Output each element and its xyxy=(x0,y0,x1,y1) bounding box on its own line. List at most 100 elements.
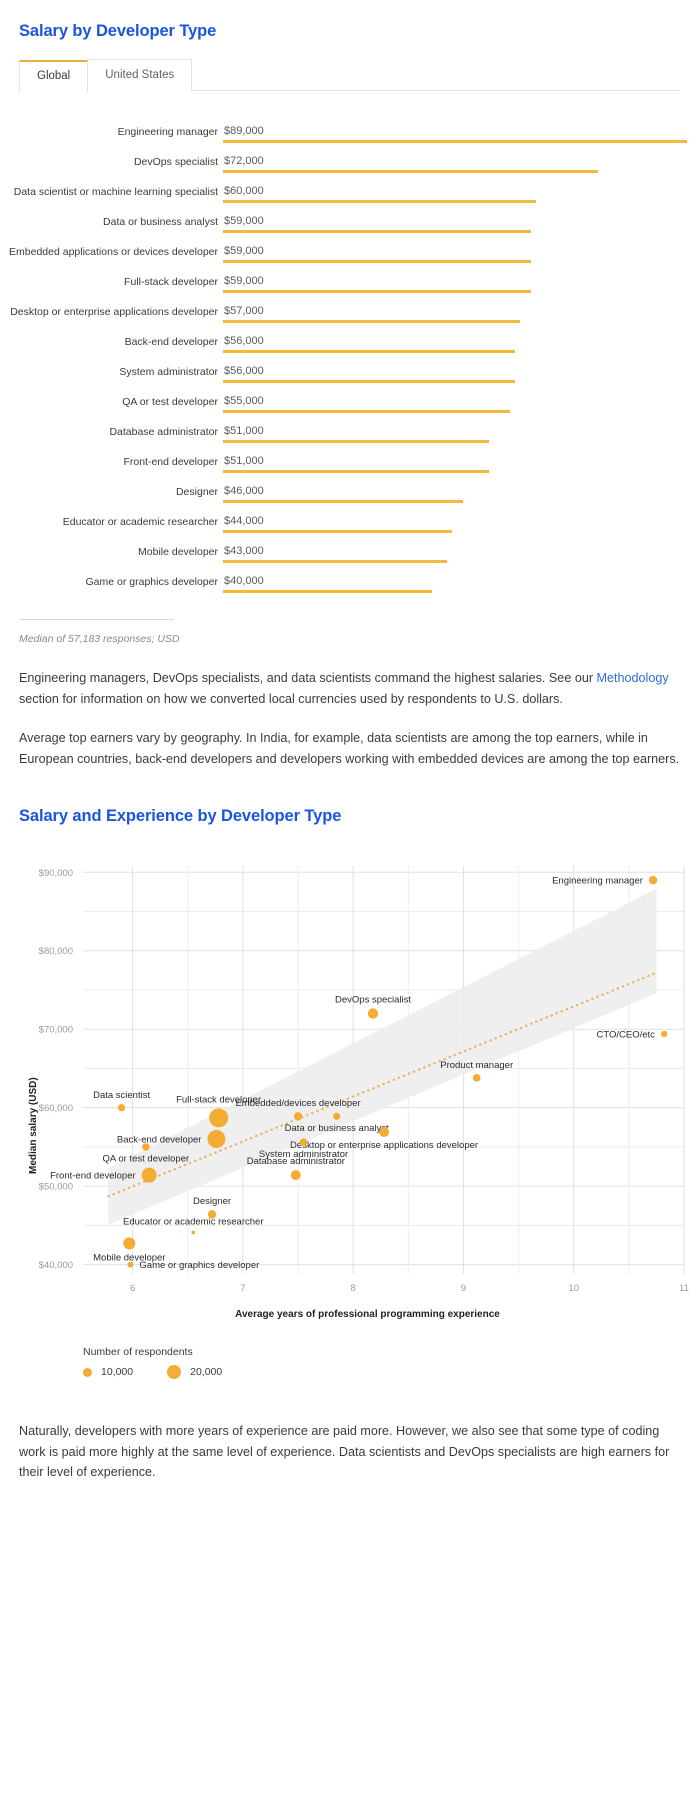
scatter-point[interactable]: CTO/CEO/etc xyxy=(597,1029,668,1040)
bar-row[interactable]: Designer $46,000 xyxy=(0,477,687,507)
bar-category-label: Designer xyxy=(175,485,218,498)
scatter-dot xyxy=(333,1112,341,1120)
bar-category-label: Desktop or enterprise applications devel… xyxy=(10,305,218,318)
tab-united-states[interactable]: United States xyxy=(87,59,193,91)
scatter-point-label: Back-end developer xyxy=(117,1135,202,1146)
y-tick-label: $50,000 xyxy=(39,1182,73,1193)
scatter-dot xyxy=(290,1170,301,1181)
scatter-point-label: Product manager xyxy=(440,1060,513,1071)
tab-global-label: Global xyxy=(37,70,71,82)
scatter-point[interactable]: Game or graphics developer xyxy=(127,1260,259,1271)
bar-track xyxy=(223,530,453,533)
scatter-point[interactable]: Designer xyxy=(193,1196,231,1219)
bar-fill xyxy=(223,290,531,293)
y-tick-label: $90,000 xyxy=(39,868,73,879)
scatter-point[interactable]: Database administrator xyxy=(247,1156,345,1181)
bar-row[interactable]: QA or test developer $55,000 xyxy=(0,387,687,417)
paragraph-text-after: section for information on how we conver… xyxy=(19,691,563,706)
scatter-dot xyxy=(299,1138,308,1146)
scatter-point[interactable]: DevOps specialist xyxy=(335,994,411,1019)
bar-row[interactable]: Data scientist or machine learning speci… xyxy=(0,177,687,207)
legend-dot-icon xyxy=(83,1367,92,1377)
bar-category-label: System administrator xyxy=(119,365,218,378)
footnote-divider xyxy=(19,619,174,620)
bar-row[interactable]: Database administrator $51,000 xyxy=(0,417,687,447)
bar-row[interactable]: Educator or academic researcher $44,000 xyxy=(0,507,687,537)
bar-row[interactable]: Embedded applications or devices develop… xyxy=(0,237,687,267)
bar-track xyxy=(223,500,463,503)
bar-track xyxy=(223,140,687,143)
bar-row[interactable]: Back-end developer $56,000 xyxy=(0,327,687,357)
legend-label: 20,000 xyxy=(190,1366,223,1378)
bar-row[interactable]: Full-stack developer $59,000 xyxy=(0,267,687,297)
scatter-point-label: Educator or academic researcher xyxy=(123,1217,263,1228)
bar-fill xyxy=(223,380,515,383)
bar-category-label: DevOps specialist xyxy=(133,155,218,168)
bar-category-label: Data or business analyst xyxy=(103,215,218,228)
legend-items: 10,000 20,000 xyxy=(83,1365,699,1379)
legend-label: 10,000 xyxy=(101,1366,134,1378)
bar-value-label: $60,000 xyxy=(224,184,264,197)
tab-global[interactable]: Global xyxy=(19,60,89,92)
bar-track xyxy=(223,410,510,413)
scatter-dot xyxy=(472,1074,481,1082)
scatter-point-label: Database administrator xyxy=(247,1156,345,1167)
x-tick-label: 9 xyxy=(461,1283,466,1294)
bar-category-label: Educator or academic researcher xyxy=(62,515,218,528)
x-tick-label: 11 xyxy=(679,1283,689,1294)
bar-row[interactable]: System administrator $56,000 xyxy=(0,357,687,387)
bar-category-label: Database administrator xyxy=(109,425,218,438)
bar-category-label: Engineering manager xyxy=(117,125,218,138)
bar-track xyxy=(223,590,432,593)
bar-track xyxy=(223,260,531,263)
scatter-point-label: DevOps specialist xyxy=(335,994,411,1005)
scatter-point-label: CTO/CEO/etc xyxy=(597,1029,656,1040)
bar-fill xyxy=(223,410,510,413)
legend-item: 20,000 xyxy=(167,1365,222,1379)
bar-category-label: Full-stack developer xyxy=(124,275,218,288)
methodology-link[interactable]: Methodology xyxy=(597,671,669,685)
bar-value-label: $55,000 xyxy=(224,394,264,407)
scatter-dot xyxy=(293,1112,303,1121)
bar-category-label: Data scientist or machine learning speci… xyxy=(13,185,218,198)
bar-value-label: $56,000 xyxy=(224,334,264,347)
bar-row[interactable]: Desktop or enterprise applications devel… xyxy=(0,297,687,327)
bar-value-label: $51,000 xyxy=(224,454,264,467)
scatter-svg: $40,000 $50,000 $60,000 $70,000 $80,000 $90,0… xyxy=(39,866,689,1294)
scatter-point-label: Full-stack developer xyxy=(176,1094,261,1105)
bar-row[interactable]: Data or business analyst $59,000 xyxy=(0,207,687,237)
bar-value-label: $57,000 xyxy=(224,304,264,317)
scatter-section-title: Salary and Experience by Developer Type xyxy=(19,807,342,825)
x-tick-label: 6 xyxy=(130,1283,135,1294)
bar-track xyxy=(223,470,489,473)
bar-row[interactable]: Mobile developer $43,000 xyxy=(0,537,687,567)
legend-dot-icon xyxy=(167,1365,182,1379)
scatter-dot xyxy=(117,1104,126,1112)
bar-fill xyxy=(223,530,453,533)
bar-row[interactable]: Game or graphics developer $40,000 xyxy=(0,567,687,597)
bar-row[interactable]: DevOps specialist $72,000 xyxy=(0,147,687,177)
bar-value-label: $43,000 xyxy=(224,544,264,557)
paragraph-geography: Average top earners vary by geography. I… xyxy=(19,731,680,766)
bar-value-label: $51,000 xyxy=(224,424,264,437)
bar-fill xyxy=(223,440,489,443)
bar-category-label: Back-end developer xyxy=(124,335,218,348)
bar-row[interactable]: Front-end developer $51,000 xyxy=(0,447,687,477)
bar-value-label: $56,000 xyxy=(224,364,264,377)
bar-category-label: Mobile developer xyxy=(138,545,218,558)
scatter-point-label: Engineering manager xyxy=(552,876,643,887)
legend-item: 10,000 xyxy=(83,1366,133,1378)
scatter-x-axis-title: Average years of professional programmin… xyxy=(235,1309,500,1320)
bar-value-label: $89,000 xyxy=(224,124,264,137)
bar-track xyxy=(223,320,521,323)
scatter-point-label: Data or business analyst xyxy=(285,1123,389,1134)
tab-united-states-label: United States xyxy=(105,69,175,81)
salary-experience-scatter-plot: Median salary (USD) $40,000 $50,000 $60,00… xyxy=(0,844,699,1344)
bar-value-label: $59,000 xyxy=(224,214,264,227)
bar-track xyxy=(223,290,531,293)
x-tick-label: 8 xyxy=(351,1283,356,1294)
bar-track xyxy=(223,200,536,203)
scatter-point[interactable]: Engineering manager xyxy=(552,876,658,887)
bar-row[interactable]: Engineering manager $89,000 xyxy=(0,117,687,147)
bar-track xyxy=(223,560,448,563)
